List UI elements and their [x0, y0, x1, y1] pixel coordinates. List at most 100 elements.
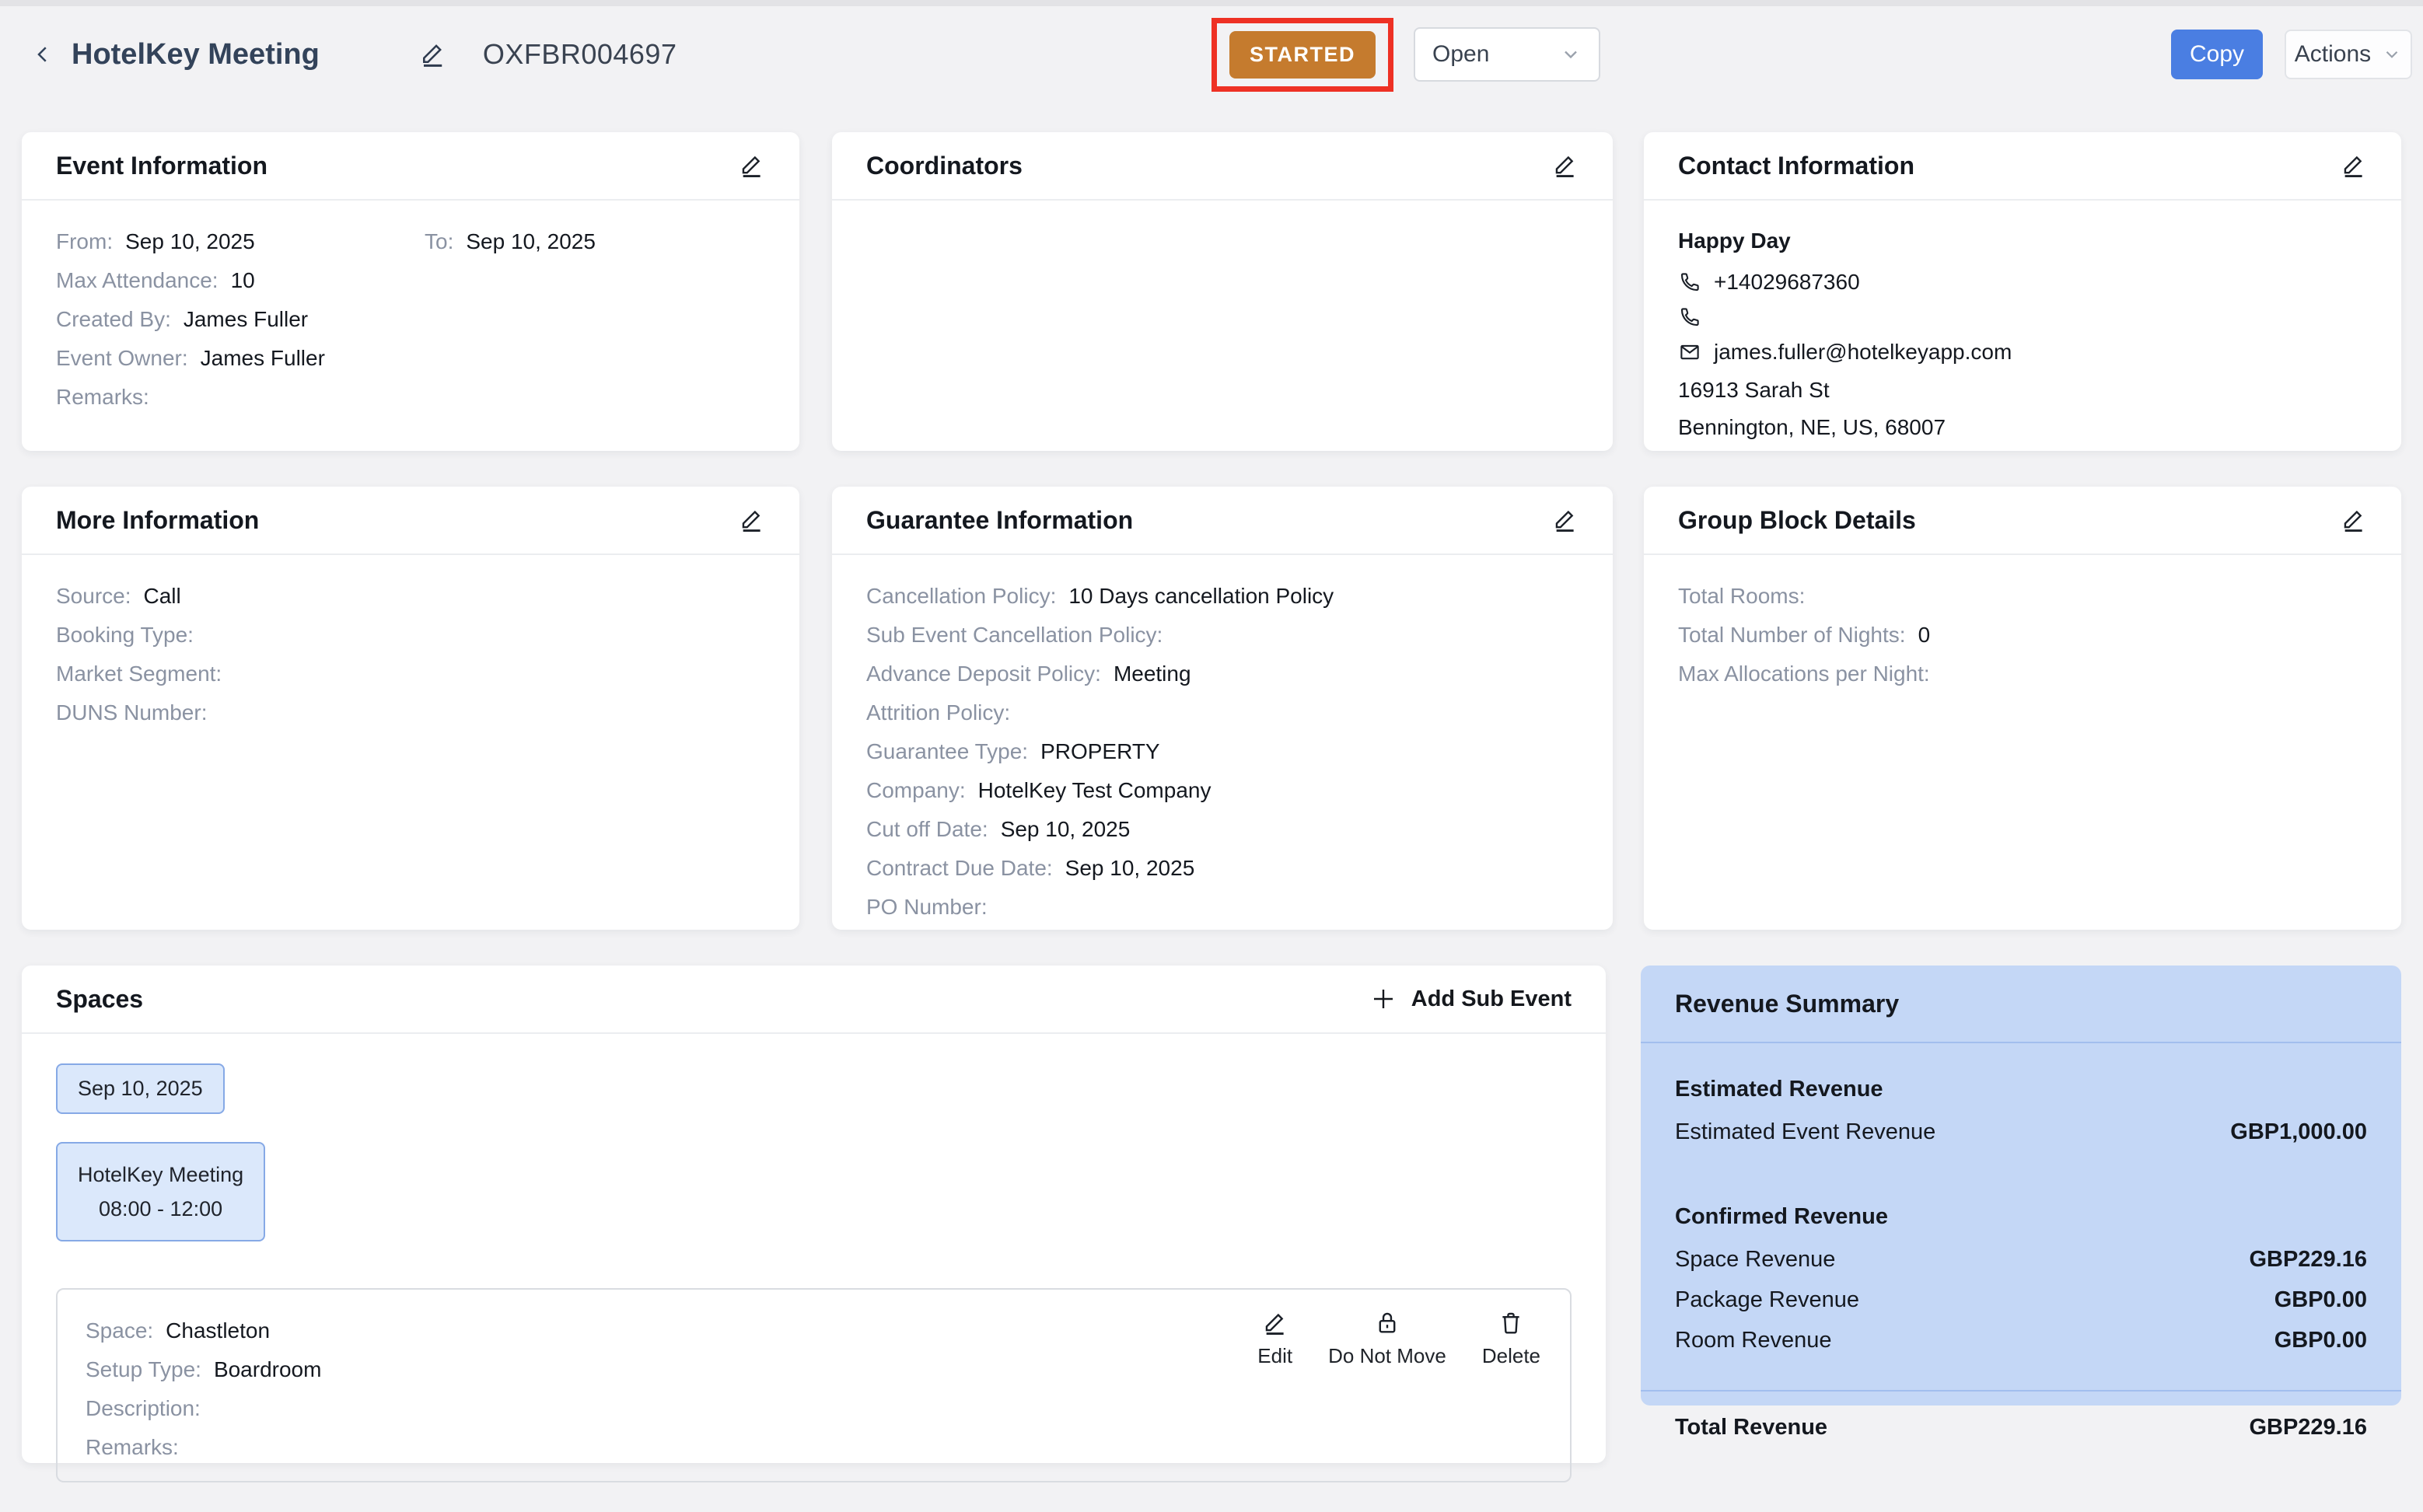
mail-icon — [1678, 340, 1701, 364]
contact-address-line1: 16913 Sarah St — [1678, 372, 2367, 409]
field-value: Sep 10, 2025 — [466, 229, 596, 254]
field-label: Guarantee Type: — [866, 739, 1028, 764]
card-header: Event Information — [22, 132, 799, 201]
do-not-move-button[interactable]: Do Not Move — [1328, 1310, 1446, 1368]
field-label: PO Number: — [866, 895, 988, 920]
confirmed-revenue-header: Confirmed Revenue — [1675, 1194, 2367, 1239]
field-value: 10 — [231, 268, 255, 293]
field-label: To: — [425, 229, 453, 254]
field-label: Source: — [56, 584, 131, 609]
sub-event-chip-time: 08:00 - 12:00 — [78, 1192, 243, 1226]
field-row: Remarks: — [86, 1428, 1542, 1467]
pencil-icon — [2341, 152, 2367, 179]
status-select[interactable]: Open — [1414, 27, 1600, 82]
field-label: Total Number of Nights: — [1678, 623, 1906, 648]
top-bar-right: Copy Actions — [2171, 6, 2412, 103]
total-revenue-label: Total Revenue — [1675, 1415, 1827, 1440]
field-row: Event Owner: James Fuller — [56, 339, 765, 378]
field-label: Company: — [866, 778, 966, 803]
action-label: Do Not Move — [1328, 1344, 1446, 1368]
card-header: Contact Information — [1644, 132, 2401, 201]
card-title: More Information — [56, 506, 739, 535]
revenue-value: GBP0.00 — [2274, 1287, 2367, 1313]
revenue-label: Room Revenue — [1675, 1328, 1832, 1353]
edit-event-information-button[interactable] — [739, 152, 765, 179]
revenue-row: Room Revenue GBP0.00 — [1675, 1320, 2367, 1360]
field-row: From: Sep 10, 2025 To: Sep 10, 2025 — [56, 222, 765, 261]
delete-sub-event-button[interactable]: Delete — [1482, 1310, 1540, 1368]
field-label: From: — [56, 229, 113, 254]
card-title: Coordinators — [866, 152, 1552, 180]
top-bar-center: STARTED Open — [1212, 6, 1600, 103]
field-label: DUNS Number: — [56, 700, 207, 725]
edit-coordinators-button[interactable] — [1552, 152, 1579, 179]
add-sub-event-button[interactable]: Add Sub Event — [1369, 985, 1572, 1013]
event-information-card: Event Information From: Sep 10, 2025 To:… — [22, 132, 799, 451]
contact-information-card: Contact Information Happy Day +140296873… — [1644, 132, 2401, 451]
field-label: Remarks: — [56, 385, 149, 410]
field-label: Max Allocations per Night: — [1678, 662, 1930, 686]
field-label: Sub Event Cancellation Policy: — [866, 623, 1163, 648]
sub-event-chip[interactable]: HotelKey Meeting 08:00 - 12:00 — [56, 1142, 265, 1241]
top-bar: HotelKey Meeting OXFBR004697 STARTED Ope… — [0, 6, 2423, 103]
edit-guarantee-information-button[interactable] — [1552, 507, 1579, 533]
contact-name: Happy Day — [1678, 222, 2367, 260]
card-header: Revenue Summary — [1641, 966, 2401, 1043]
field-row: DUNS Number: — [56, 693, 765, 732]
contact-email-row: james.fuller@hotelkeyapp.com — [1678, 333, 2367, 372]
field-row: Total Number of Nights: 0 — [1678, 616, 2367, 655]
field-label: Space: — [86, 1318, 153, 1343]
section-label: Estimated Revenue — [1675, 1077, 1883, 1102]
section-label: Confirmed Revenue — [1675, 1204, 1888, 1230]
revenue-label: Package Revenue — [1675, 1287, 1859, 1313]
card-header: Spaces Add Sub Event — [22, 966, 1606, 1034]
guarantee-information-card: Guarantee Information Cancellation Polic… — [832, 487, 1613, 930]
field-row: Max Allocations per Night: — [1678, 655, 2367, 693]
card-body: From: Sep 10, 2025 To: Sep 10, 2025 Max … — [22, 201, 799, 438]
chevron-down-icon — [1560, 44, 1582, 65]
revenue-value: GBP0.00 — [2274, 1328, 2367, 1353]
field-value: 0 — [1918, 623, 1931, 648]
sub-event-actions: Edit Do Not Move Delete — [1257, 1310, 1540, 1368]
spaces-card: Spaces Add Sub Event Sep 10, 2025 HotelK… — [22, 966, 1606, 1463]
field-label: Description: — [86, 1396, 201, 1421]
total-revenue-value: GBP229.16 — [2249, 1415, 2367, 1440]
status-annotation-box: STARTED — [1212, 18, 1393, 92]
actions-button[interactable]: Actions — [2285, 30, 2412, 79]
field-value: Sep 10, 2025 — [1001, 817, 1131, 842]
field-label: Event Owner: — [56, 346, 188, 371]
revenue-row: Estimated Event Revenue GBP1,000.00 — [1675, 1112, 2367, 1152]
pencil-icon — [739, 152, 765, 179]
field-row: Booking Type: — [56, 616, 765, 655]
date-chip[interactable]: Sep 10, 2025 — [56, 1063, 225, 1114]
edit-group-block-button[interactable] — [2341, 507, 2367, 533]
status-select-value: Open — [1432, 41, 1489, 68]
contact-address-line2: Bennington, NE, US, 68007 — [1678, 409, 2367, 446]
field-label: Cancellation Policy: — [866, 584, 1056, 609]
action-label: Delete — [1482, 1344, 1540, 1368]
edit-more-information-button[interactable] — [739, 507, 765, 533]
copy-button[interactable]: Copy — [2171, 30, 2263, 79]
card-title: Event Information — [56, 152, 739, 180]
field-row: Advance Deposit Policy: Meeting — [866, 655, 1579, 693]
field-row: Description: — [86, 1389, 1542, 1428]
field-value: Sep 10, 2025 — [1065, 856, 1195, 881]
card-body: Happy Day +14029687360 james.fuller@hote… — [1644, 201, 2401, 468]
field-label: Setup Type: — [86, 1357, 201, 1382]
edit-title-button[interactable] — [419, 40, 447, 68]
sub-event-chip-name: HotelKey Meeting — [78, 1158, 243, 1192]
field-value: Chastleton — [166, 1318, 270, 1343]
contact-phone[interactable]: +14029687360 — [1714, 270, 1860, 295]
contact-email[interactable]: james.fuller@hotelkeyapp.com — [1714, 340, 2012, 365]
chevron-left-icon — [31, 43, 54, 66]
card-header: More Information — [22, 487, 799, 555]
estimated-revenue-header: Estimated Revenue — [1675, 1067, 2367, 1112]
edit-sub-event-button[interactable]: Edit — [1257, 1310, 1292, 1368]
field-value: Call — [144, 584, 181, 609]
back-button[interactable] — [31, 43, 54, 66]
chevron-down-icon — [2382, 44, 2402, 65]
total-revenue-row: Total Revenue GBP229.16 — [1675, 1392, 2367, 1463]
card-title: Contact Information — [1678, 152, 2341, 180]
edit-contact-information-button[interactable] — [2341, 152, 2367, 179]
field-row: Total Rooms: — [1678, 577, 2367, 616]
